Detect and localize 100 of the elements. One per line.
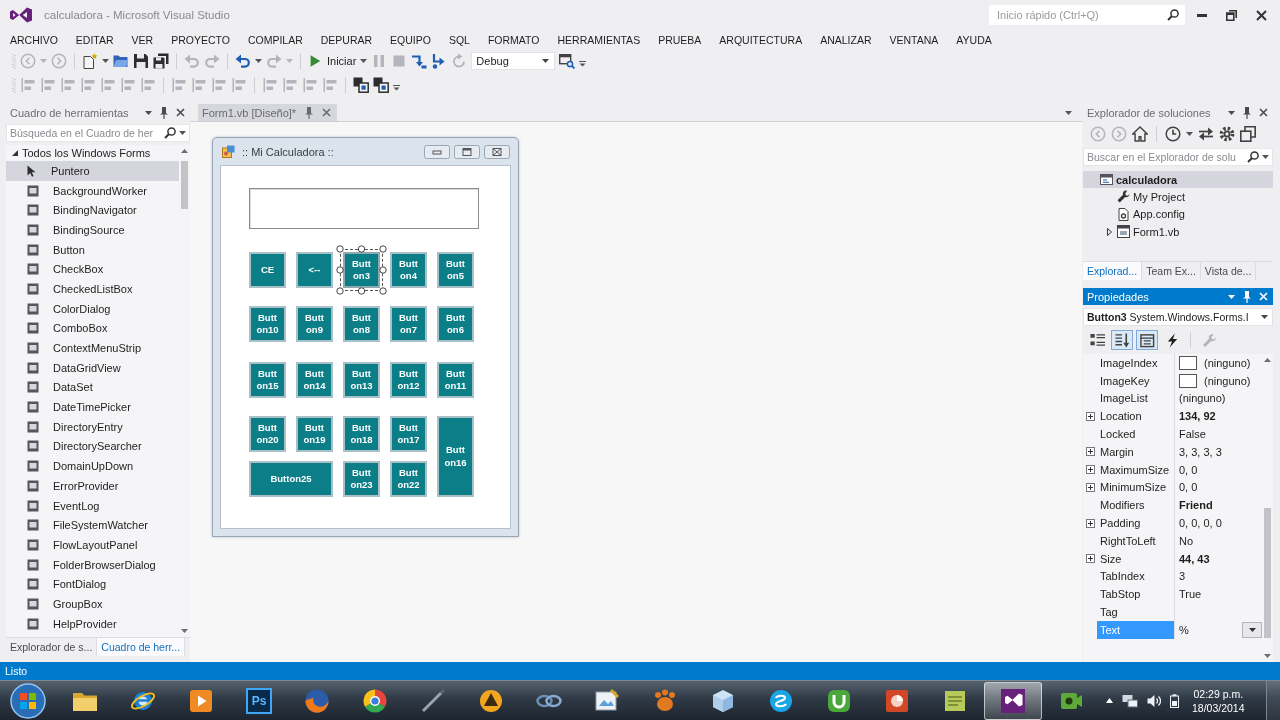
step-arrow-icon[interactable] — [411, 53, 428, 69]
toolbox-item[interactable]: DataSet — [6, 377, 179, 398]
tree-item[interactable]: My Project — [1083, 188, 1273, 206]
toolbox-item[interactable]: FileSystemWatcher — [6, 515, 179, 536]
toolbox-item[interactable]: DateTimePicker — [6, 397, 179, 417]
toolbox-item[interactable]: ContextMenuStrip — [6, 338, 179, 358]
calculator-button[interactable]: Button10 — [249, 306, 286, 342]
tree-item[interactable]: Form1.vb — [1083, 222, 1273, 241]
property-name[interactable]: Padding — [1097, 514, 1174, 532]
panel-tab[interactable]: Explorad... — [1083, 262, 1143, 280]
toolbox-item[interactable]: DomainUpDown — [6, 456, 179, 476]
clock-icon[interactable] — [1165, 126, 1181, 142]
document-star-icon[interactable] — [82, 53, 98, 69]
menu-item[interactable]: ARQUITECTURA — [710, 33, 812, 46]
menu-item[interactable]: COMPILAR — [238, 33, 312, 46]
property-name[interactable]: Location — [1097, 407, 1174, 426]
property-value[interactable]: % — [1179, 623, 1189, 636]
property-name[interactable]: ImageIndex — [1097, 354, 1174, 372]
stacked-squares-icon[interactable] — [353, 77, 369, 93]
property-name[interactable]: MaximumSize — [1097, 460, 1174, 479]
menu-item[interactable]: FORMATO — [478, 33, 549, 46]
calculator-button[interactable]: Button7 — [390, 306, 427, 342]
battery-icon[interactable] — [1170, 693, 1179, 708]
calculator-button[interactable]: Button5 — [437, 252, 474, 288]
pin-icon[interactable] — [305, 106, 314, 119]
calculator-button[interactable]: Button15 — [249, 362, 286, 398]
form-window[interactable] — [212, 137, 519, 537]
property-name[interactable]: TabStop — [1097, 585, 1174, 604]
property-value[interactable]: (ninguno) — [1204, 356, 1251, 369]
toolbox-item[interactable]: ComboBox — [6, 318, 179, 339]
pin-icon[interactable] — [160, 106, 168, 119]
toolbox-item[interactable]: FolderBrowserDialog — [6, 554, 179, 575]
calculator-button[interactable]: Button12 — [390, 362, 427, 398]
taskbar-button[interactable] — [984, 681, 1042, 720]
calculator-button[interactable]: Button23 — [343, 461, 380, 497]
property-name[interactable]: Tag — [1097, 603, 1174, 621]
start-button[interactable]: Iniciar — [308, 54, 357, 68]
menu-item[interactable]: SQL — [439, 33, 479, 46]
toolbox-item[interactable]: BackgroundWorker — [6, 180, 179, 201]
toolbox-item[interactable]: ColorDialog — [6, 298, 179, 319]
selection-handles-icon[interactable] — [336, 245, 387, 295]
toolbox-item[interactable]: FlowLayoutPanel — [6, 535, 179, 555]
property-value[interactable]: Friend — [1179, 499, 1213, 512]
tray-arrow-icon[interactable] — [1106, 698, 1113, 703]
expand-box-icon[interactable] — [1085, 518, 1095, 528]
speaker-icon[interactable] — [1147, 693, 1161, 708]
menu-item[interactable]: VER — [122, 33, 163, 46]
scroll-thumb[interactable] — [181, 161, 188, 209]
caret-icon[interactable] — [360, 59, 368, 63]
caret-icon[interactable] — [145, 110, 152, 115]
toolbox-item[interactable]: BindingNavigator — [6, 200, 179, 221]
folder-icon[interactable] — [113, 53, 129, 69]
calculator-button[interactable]: Button17 — [390, 416, 427, 452]
floppy-disks-icon[interactable] — [153, 53, 169, 69]
stacked-squares-icon[interactable] — [373, 77, 389, 93]
toolbox-item[interactable]: FontDialog — [6, 574, 179, 595]
search-icon[interactable] — [164, 127, 176, 139]
tree-item[interactable]: calculadora — [1083, 171, 1273, 189]
undo-icon[interactable] — [235, 53, 251, 69]
scroll-thumb[interactable] — [1264, 508, 1271, 638]
clock[interactable]: 02:29 p.m. 18/03/2014 — [1192, 686, 1245, 715]
house-icon[interactable] — [1132, 126, 1148, 142]
menu-item[interactable]: EDITAR — [66, 33, 123, 46]
toolbar-button[interactable] — [1111, 330, 1133, 350]
calculator-button[interactable]: Button16 — [437, 416, 474, 497]
calculator-button[interactable]: Button25 — [249, 461, 333, 497]
toolbox-group[interactable]: Todos los Windows Forms — [6, 145, 179, 161]
caret-icon[interactable] — [102, 59, 109, 63]
dropdown-button[interactable] — [1242, 621, 1262, 638]
calculator-button[interactable]: Button4 — [390, 252, 427, 288]
menu-item[interactable]: HERRAMIENTAS — [548, 33, 650, 46]
close-icon[interactable] — [176, 108, 185, 117]
expand-box-icon[interactable] — [1085, 465, 1095, 475]
property-value[interactable]: 134, 92 — [1179, 410, 1216, 423]
toolbox-item[interactable]: GroupBox — [6, 594, 179, 614]
property-name[interactable]: Margin — [1097, 443, 1174, 461]
calculator-button[interactable]: Button8 — [343, 306, 380, 342]
property-name[interactable]: Modifiers — [1097, 496, 1174, 515]
property-name[interactable]: Locked — [1097, 425, 1174, 443]
close-icon[interactable] — [1256, 9, 1267, 21]
property-value[interactable]: 0, 0 — [1179, 481, 1198, 494]
toolbox-item[interactable]: BindingSource — [6, 220, 179, 240]
panel-tab[interactable]: Team Ex... — [1142, 262, 1201, 280]
calculator-button[interactable]: Button11 — [437, 362, 474, 398]
property-value[interactable]: 3, 3, 3, 3 — [1179, 445, 1222, 458]
property-name[interactable]: ImageKey — [1097, 371, 1174, 390]
menu-item[interactable]: DEPURAR — [311, 33, 382, 46]
caret-icon[interactable] — [1186, 132, 1193, 136]
toolbox-item[interactable]: Puntero — [6, 161, 179, 181]
expand-box-icon[interactable] — [1085, 482, 1095, 492]
pin-icon[interactable] — [1243, 290, 1251, 303]
toolbox-item[interactable]: EventLog — [6, 495, 179, 516]
taskbar-button[interactable]: Ps — [230, 681, 288, 720]
calculator-button[interactable]: Button22 — [390, 461, 427, 497]
calculator-button[interactable]: Button3 — [343, 252, 380, 288]
calculator-button[interactable]: Button6 — [437, 306, 474, 342]
minimize-icon[interactable] — [1197, 13, 1207, 17]
property-value[interactable]: 0, 0 — [1179, 463, 1198, 476]
menu-item[interactable]: PRUEBA — [649, 33, 711, 46]
restore-icon[interactable] — [1226, 9, 1237, 21]
